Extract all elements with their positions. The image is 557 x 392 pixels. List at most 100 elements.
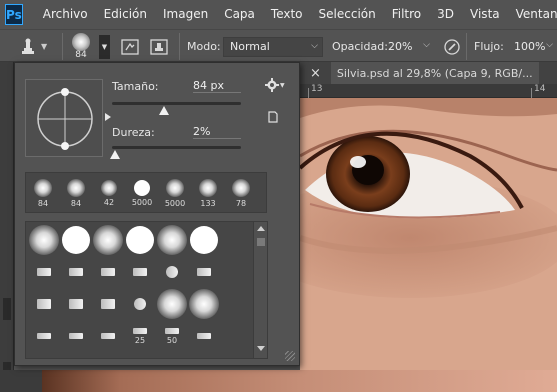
menu-vista[interactable]: Vista xyxy=(462,0,508,29)
recent-brush[interactable]: 133 xyxy=(192,173,224,213)
soft-round-brush-icon xyxy=(101,179,117,196)
menu-texto[interactable]: Texto xyxy=(263,0,311,29)
brush-preset[interactable] xyxy=(92,224,124,256)
brush-picker-toggle[interactable]: ▼ xyxy=(99,30,110,63)
divider xyxy=(62,33,63,60)
brush-preset[interactable] xyxy=(60,288,92,320)
close-icon: × xyxy=(310,65,321,81)
brush-settings-gear-button[interactable]: ▼ xyxy=(265,78,285,92)
tool-preset-picker[interactable]: ▼ xyxy=(16,30,47,63)
brush-preset[interactable] xyxy=(92,288,124,320)
chevron-down-icon: ⌵ xyxy=(423,39,430,50)
photoshop-logo: Ps xyxy=(5,4,23,25)
opacity-value: 20% xyxy=(388,40,413,53)
brush-preset[interactable] xyxy=(28,256,60,288)
scroll-thumb[interactable] xyxy=(257,238,265,246)
tools-panel xyxy=(0,62,14,392)
brush-preset[interactable] xyxy=(156,288,188,320)
brush-tip-icon xyxy=(197,333,211,339)
mode-dropdown[interactable]: Normal ⌵ xyxy=(223,36,323,57)
menu-filtro[interactable]: Filtro xyxy=(384,0,429,29)
brush-preset[interactable] xyxy=(92,320,124,352)
brush-preset[interactable]: 25 xyxy=(124,320,156,352)
scroll-up-icon[interactable] xyxy=(257,226,265,231)
soft-round-brush-icon xyxy=(232,178,250,197)
toggle-clone-source-button[interactable] xyxy=(147,30,171,63)
brush-tip-icon xyxy=(101,268,115,276)
recent-brush[interactable]: 42 xyxy=(93,173,125,213)
scroll-down-icon[interactable] xyxy=(257,346,265,351)
mode-value: Normal xyxy=(230,40,270,53)
document-tab-bar: × Silvia.psd al 29,8% (Capa 9, RGB/... xyxy=(300,62,557,84)
soft-round-brush-icon xyxy=(157,289,187,319)
recent-brush[interactable]: 84 xyxy=(60,173,92,213)
brush-angle-roundness-widget[interactable] xyxy=(25,79,111,157)
document-tab[interactable]: Silvia.psd al 29,8% (Capa 9, RGB/... xyxy=(330,62,539,84)
brush-preset[interactable] xyxy=(188,320,220,352)
size-field[interactable]: 84 px xyxy=(193,79,241,93)
brush-preset[interactable] xyxy=(188,288,220,320)
hardness-slider[interactable] xyxy=(112,146,241,149)
recent-brush-size: 5000 xyxy=(131,197,153,207)
hard-round-brush-icon xyxy=(134,179,150,196)
tablet-pressure-opacity-button[interactable] xyxy=(440,30,464,63)
brush-preset[interactable] xyxy=(60,320,92,352)
ruler-tick xyxy=(531,88,532,98)
document-canvas[interactable] xyxy=(300,98,557,392)
brush-preset[interactable] xyxy=(156,256,188,288)
brush-tip-icon xyxy=(133,268,147,276)
size-slider-thumb[interactable] xyxy=(158,106,169,115)
flow-field[interactable]: 100% ⌵ xyxy=(508,37,557,57)
brush-preset[interactable] xyxy=(60,224,92,256)
hardness-field[interactable]: 2% xyxy=(193,125,241,139)
resize-grip-icon[interactable] xyxy=(285,351,295,361)
recent-brush[interactable]: 5000 xyxy=(159,173,191,213)
tab-close-button[interactable]: × xyxy=(300,62,331,84)
recent-brush[interactable]: 5000 xyxy=(126,173,158,213)
menu-3d[interactable]: 3D xyxy=(429,0,462,29)
new-preset-button[interactable] xyxy=(267,111,279,126)
brush-preset[interactable] xyxy=(188,256,220,288)
toggle-brush-panel-button[interactable] xyxy=(118,30,142,63)
chevron-down-icon: ⌵ xyxy=(311,40,318,51)
pressure-pen-icon xyxy=(440,35,464,59)
menu-seleccion[interactable]: Selección xyxy=(311,0,384,29)
menu-bar: Ps Archivo Edición Imagen Capa Texto Sel… xyxy=(0,0,557,29)
brush-tip-icon xyxy=(197,268,211,276)
brush-preset[interactable] xyxy=(124,224,156,256)
divider xyxy=(179,33,180,60)
presets-scrollbar[interactable] xyxy=(253,222,267,358)
options-bar: ▼ 84 ▼ Modo: Normal ⌵ Opacidad: 20% ⌵ Fl… xyxy=(0,29,557,62)
brush-preset[interactable] xyxy=(124,256,156,288)
brush-tip-icon xyxy=(101,299,115,309)
brush-tip-icon xyxy=(69,299,83,309)
recent-brush[interactable]: 84 xyxy=(27,173,59,213)
hardness-label: Dureza: xyxy=(112,126,155,139)
brush-size-value: 84 xyxy=(75,50,87,60)
menu-edicion[interactable]: Edición xyxy=(96,0,155,29)
tool-slot[interactable] xyxy=(3,298,11,320)
brush-preset[interactable]: 50 xyxy=(156,320,188,352)
chevron-down-icon: ▼ xyxy=(280,81,285,89)
brush-preset[interactable] xyxy=(28,288,60,320)
brush-preset[interactable] xyxy=(28,320,60,352)
brush-preset-picker[interactable]: 84 xyxy=(72,30,90,63)
brush-preset[interactable] xyxy=(92,256,124,288)
brush-preset[interactable] xyxy=(156,224,188,256)
brush-presets-grid: 25 50 xyxy=(25,221,268,359)
flow-label: Flujo: xyxy=(474,40,504,53)
brush-preset[interactable] xyxy=(28,224,60,256)
recent-brush[interactable]: 78 xyxy=(225,173,257,213)
brush-preset[interactable] xyxy=(188,224,220,256)
hardness-slider-thumb[interactable] xyxy=(109,150,120,159)
brush-preset[interactable] xyxy=(60,256,92,288)
menu-imagen[interactable]: Imagen xyxy=(155,0,216,29)
size-slider[interactable] xyxy=(112,102,241,105)
ruler-number: 13 xyxy=(311,84,323,94)
horizontal-ruler: 13 14 xyxy=(300,84,557,98)
menu-capa[interactable]: Capa xyxy=(216,0,263,29)
menu-archivo[interactable]: Archivo xyxy=(35,0,96,29)
menu-ventana[interactable]: Ventana xyxy=(508,0,557,29)
brush-preset[interactable] xyxy=(124,288,156,320)
opacity-field[interactable]: 20% ⌵ xyxy=(382,37,434,57)
